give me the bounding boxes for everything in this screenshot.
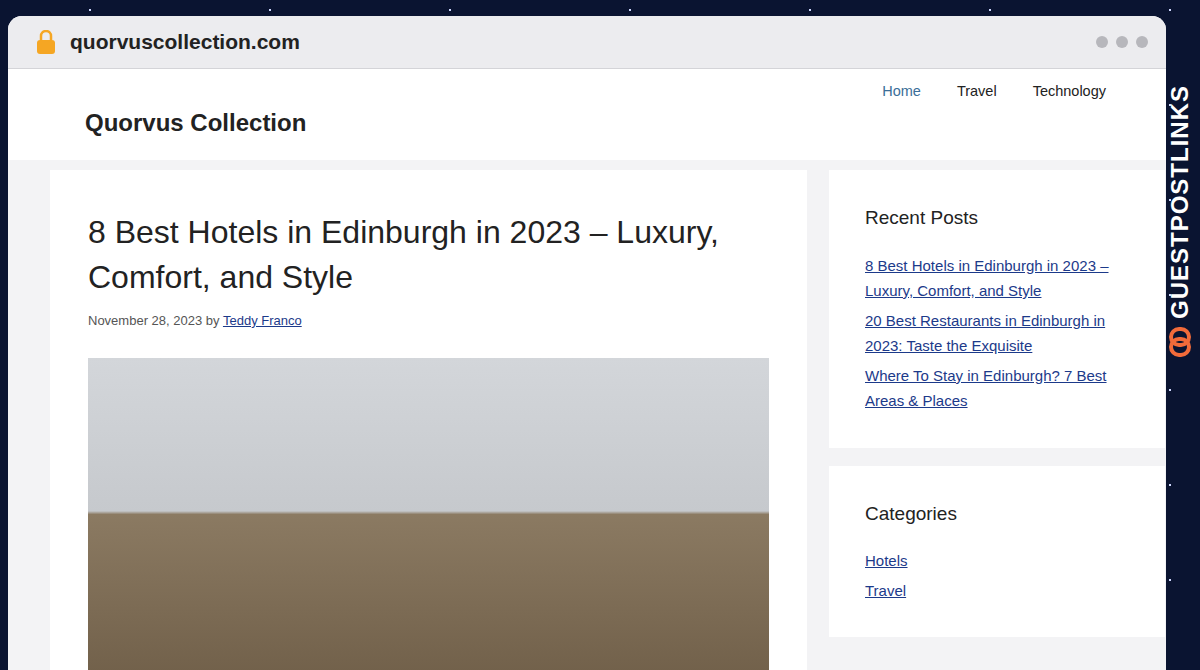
widget-title: Categories	[865, 500, 1135, 529]
post-date: November 28, 2023	[88, 313, 202, 328]
author-link[interactable]: Teddy Franco	[223, 313, 302, 328]
lock-icon	[36, 30, 56, 55]
watermark: GUESTPOSTLINKS	[1163, 57, 1197, 357]
post-meta: November 28, 2023 by Teddy Franco	[88, 311, 769, 331]
nav-link[interactable]: Home	[882, 81, 921, 103]
browser-window: quorvuscollection.com Quorvus Collection H…	[8, 16, 1166, 670]
widget-title: Recent Posts	[865, 204, 1135, 233]
post-photo	[88, 358, 769, 670]
post-card: 8 Best Hotels in Edinburgh in 2023 – Lux…	[50, 170, 807, 670]
window-controls	[1096, 36, 1148, 48]
nav-link[interactable]: Travel	[957, 81, 997, 103]
watermark-text: GUESTPOSTLINKS	[1162, 85, 1198, 319]
recent-posts-widget: Recent Posts 8 Best Hotels in Edinburgh i…	[829, 170, 1165, 448]
site-body: 8 Best Hotels in Edinburgh in 2023 – Lux…	[8, 160, 1166, 670]
control-dot[interactable]	[1096, 36, 1108, 48]
nav-link[interactable]: Technology	[1033, 81, 1106, 103]
post-by: by	[206, 313, 220, 328]
chain-link-icon	[1163, 327, 1197, 357]
main-nav: Home Travel Technology	[846, 81, 1106, 103]
category-link[interactable]: Hotels	[865, 548, 1135, 574]
recent-post-link[interactable]: 20 Best Restaurants in Edinburgh in 2023…	[865, 308, 1135, 359]
address-text[interactable]: quorvuscollection.com	[70, 26, 300, 58]
address-bar: quorvuscollection.com	[8, 16, 1166, 69]
recent-post-link[interactable]: 8 Best Hotels in Edinburgh in 2023 – Lux…	[865, 253, 1135, 304]
site-title[interactable]: Quorvus Collection	[85, 105, 306, 141]
site-header: Quorvus Collection Home Travel Technology	[8, 69, 1166, 160]
category-link[interactable]: Travel	[865, 578, 1135, 604]
recent-post-link[interactable]: Where To Stay in Edinburgh? 7 Best Areas…	[865, 363, 1135, 414]
sidebar: Recent Posts 8 Best Hotels in Edinburgh i…	[829, 170, 1165, 637]
categories-widget: Categories Hotels Travel	[829, 466, 1165, 638]
control-dot[interactable]	[1116, 36, 1128, 48]
post-title: 8 Best Hotels in Edinburgh in 2023 – Lux…	[88, 210, 769, 301]
control-dot[interactable]	[1136, 36, 1148, 48]
